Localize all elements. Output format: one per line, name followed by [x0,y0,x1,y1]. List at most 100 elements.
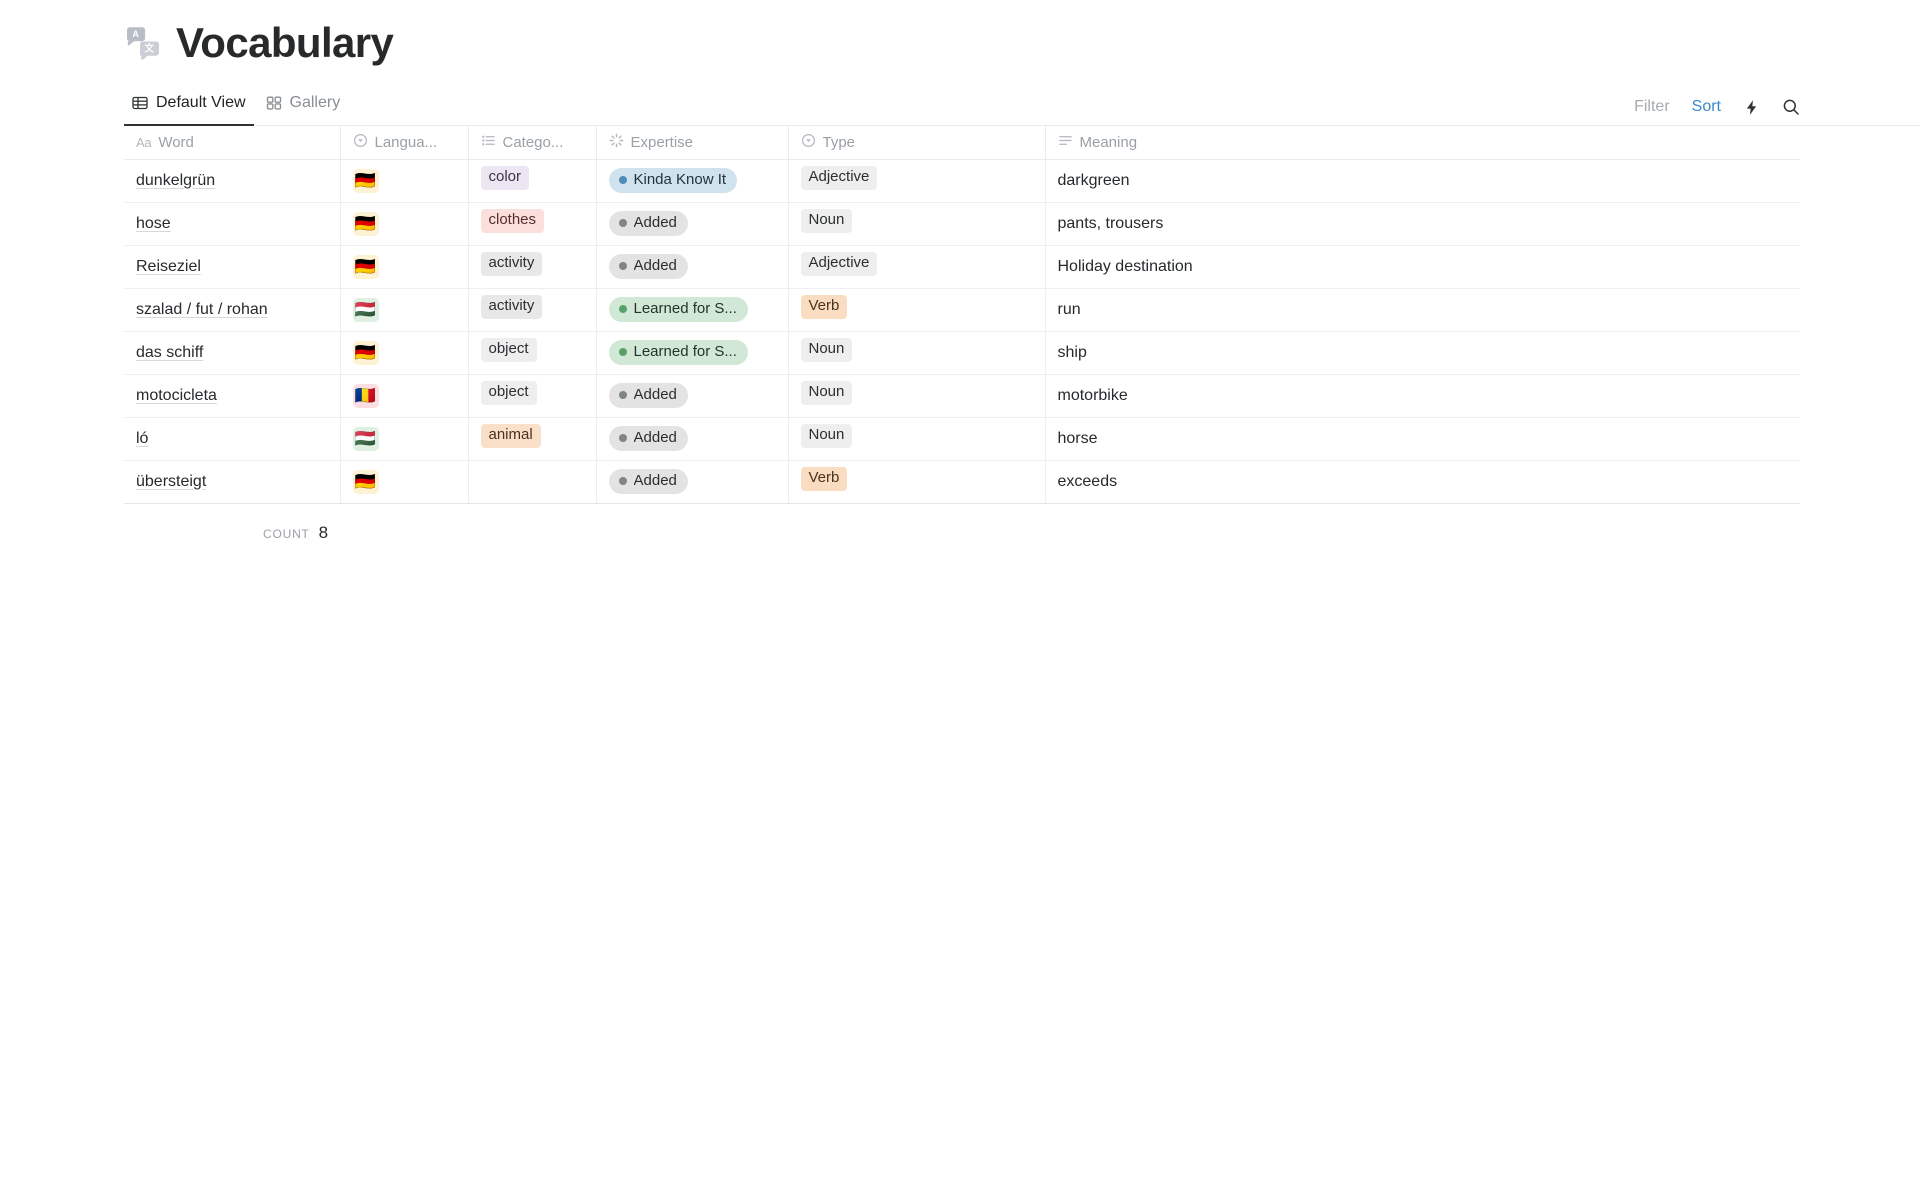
column-header-expertise[interactable]: Expertise [596,126,789,160]
status-dot-icon [618,348,627,356]
cell-language[interactable]: 🇩🇪 [340,202,469,246]
expertise-status-pill: Added [608,382,688,409]
table-row[interactable]: ló 🇭🇺 animal Added Noun horse [124,417,1800,461]
cell-expertise[interactable]: Added [596,374,789,418]
type-tag: Adjective [800,166,878,190]
expertise-status-label: Kinda Know It [633,170,727,188]
cell-expertise[interactable]: Kinda Know It [596,159,789,203]
cell-meaning[interactable]: darkgreen [1045,159,1800,203]
cell-type[interactable]: Verb [788,460,1046,504]
cell-type[interactable]: Adjective [788,159,1046,203]
cell-type[interactable]: Noun [788,331,1046,375]
cell-meaning[interactable]: run [1045,288,1800,332]
column-header-type[interactable]: Type [788,126,1046,160]
table-row[interactable]: das schiff 🇩🇪 object Learned for S... Noun sh… [124,331,1800,375]
cell-expertise[interactable]: Learned for S... [596,331,789,375]
cell-meaning[interactable]: pants, trousers [1045,202,1800,246]
word-link[interactable]: motocicleta [136,387,217,404]
cell-word[interactable]: dunkelgrün [124,159,341,203]
german-flag: 🇩🇪 [352,340,379,365]
cell-word[interactable]: hose [124,202,341,246]
column-header-type-label: Type [822,133,856,151]
cell-word[interactable]: motocicleta [124,374,341,418]
type-tag: Noun [800,209,853,233]
cell-type[interactable]: Verb [788,288,1046,332]
meaning-text: ship [1057,343,1087,361]
cell-expertise[interactable]: Added [596,460,789,504]
word-link[interactable]: ló [136,430,148,447]
sort-button[interactable]: Sort [1692,98,1721,116]
cell-language[interactable]: 🇷🇴 [340,374,469,418]
cell-meaning[interactable]: exceeds [1045,460,1800,504]
cell-language[interactable]: 🇩🇪 [340,460,469,504]
expertise-status-label: Added [633,256,677,274]
status-dot-icon [618,434,627,442]
cell-type[interactable]: Noun [788,417,1046,461]
table-row[interactable]: hose 🇩🇪 clothes Added Noun pants, trousers [124,202,1800,246]
select-circle-icon [801,133,816,152]
svg-text:A: A [132,29,139,39]
cell-word[interactable]: ló [124,417,341,461]
table-row[interactable]: motocicleta 🇷🇴 object Added Noun motorbike [124,374,1800,418]
cell-meaning[interactable]: horse [1045,417,1800,461]
cell-language[interactable]: 🇩🇪 [340,331,469,375]
lightning-bolt-icon[interactable] [1743,99,1760,116]
meaning-text: darkgreen [1057,171,1130,189]
cell-expertise[interactable]: Added [596,202,789,246]
cell-language[interactable]: 🇩🇪 [340,159,469,203]
word-link[interactable]: hose [136,215,171,232]
expertise-status-label: Added [633,213,677,231]
cell-word[interactable]: das schiff [124,331,341,375]
cell-expertise[interactable]: Added [596,245,789,289]
table-footer: COUNT 8 [0,523,1920,543]
word-link[interactable]: szalad / fut / rohan [136,301,268,318]
expertise-status-pill: Added [608,425,688,452]
cell-category[interactable]: activity [468,245,597,289]
cell-type[interactable]: Noun [788,202,1046,246]
word-link[interactable]: Reiseziel [136,258,201,275]
column-header-word-label: Word [158,133,194,151]
tab-default-view[interactable]: Default View [124,89,254,126]
database-table-container: Aa Word Langua... Catego... Expertise Ty… [0,126,1920,504]
cell-language[interactable]: 🇭🇺 [340,288,469,332]
cell-meaning[interactable]: motorbike [1045,374,1800,418]
category-tag: color [480,166,530,190]
word-link[interactable]: das schiff [136,344,203,361]
cell-word[interactable]: szalad / fut / rohan [124,288,341,332]
cell-category[interactable]: object [468,374,597,418]
column-header-language[interactable]: Langua... [340,126,469,160]
word-link[interactable]: dunkelgrün [136,172,215,189]
vocabulary-database-page: A 文 Vocabulary Default View Gallery Filt… [0,0,1920,1199]
cell-meaning[interactable]: Holiday destination [1045,245,1800,289]
cell-language[interactable]: 🇭🇺 [340,417,469,461]
table-row[interactable]: Reiseziel 🇩🇪 activity Added Adjective Holiday… [124,245,1800,289]
cell-category[interactable]: clothes [468,202,597,246]
cell-category[interactable]: color [468,159,597,203]
column-header-meaning[interactable]: Meaning [1045,126,1800,160]
cell-category[interactable]: object [468,331,597,375]
column-header-word[interactable]: Aa Word [124,126,341,160]
table-row[interactable]: übersteigt 🇩🇪 Added Verb exceeds [124,460,1800,504]
cell-expertise[interactable]: Learned for S... [596,288,789,332]
word-link[interactable]: übersteigt [136,473,206,490]
cell-type[interactable]: Noun [788,374,1046,418]
cell-category[interactable]: activity [468,288,597,332]
expertise-status-label: Added [633,428,677,446]
status-dot-icon [618,477,627,485]
cell-type[interactable]: Adjective [788,245,1046,289]
status-dot-icon [618,262,627,270]
cell-meaning[interactable]: ship [1045,331,1800,375]
cell-category[interactable] [468,460,597,504]
column-header-category[interactable]: Catego... [468,126,597,160]
search-icon[interactable] [1782,98,1800,116]
tab-gallery-label: Gallery [289,93,341,111]
table-row[interactable]: szalad / fut / rohan 🇭🇺 activity Learned fo… [124,288,1800,332]
table-row[interactable]: dunkelgrün 🇩🇪 color Kinda Know It Adjective d… [124,159,1800,203]
cell-word[interactable]: Reiseziel [124,245,341,289]
cell-category[interactable]: animal [468,417,597,461]
tab-gallery[interactable]: Gallery [258,89,349,125]
cell-language[interactable]: 🇩🇪 [340,245,469,289]
filter-button[interactable]: Filter [1634,98,1670,116]
cell-expertise[interactable]: Added [596,417,789,461]
cell-word[interactable]: übersteigt [124,460,341,504]
